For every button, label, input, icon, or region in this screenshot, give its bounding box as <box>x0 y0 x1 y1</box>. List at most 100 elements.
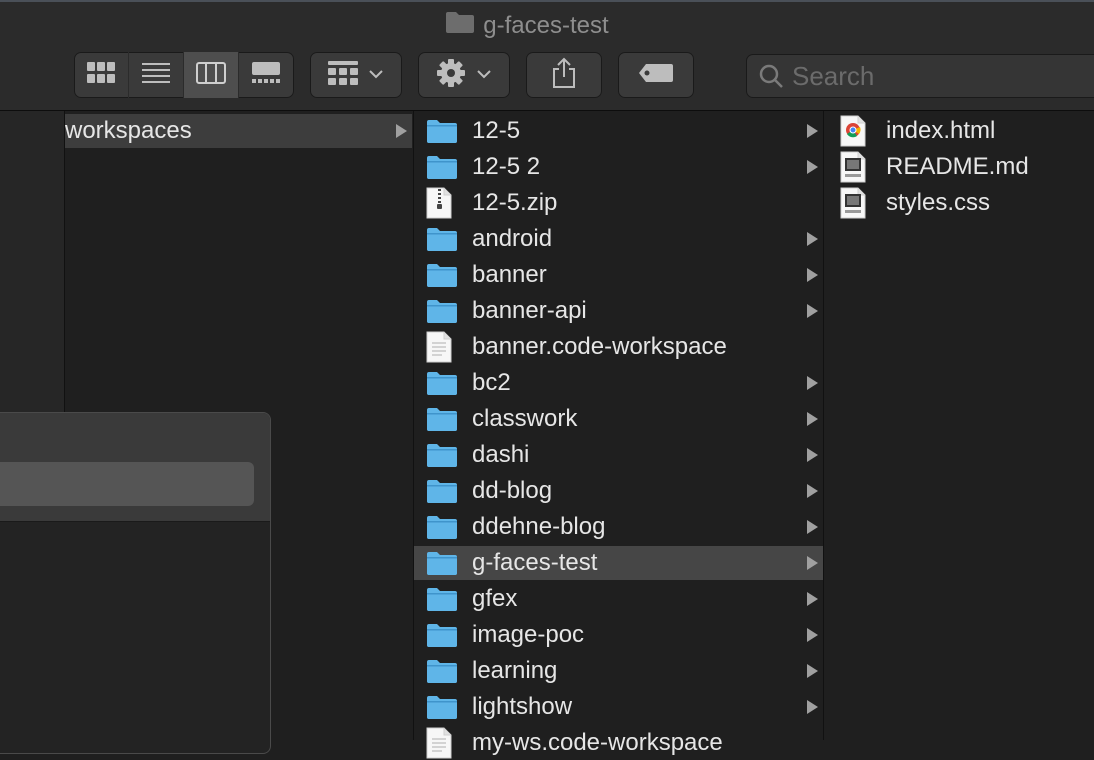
column-g-faces-test: index.html README.md styles.css <box>823 111 1094 740</box>
list-item-label: 12-5 2 <box>472 153 541 180</box>
list-item-label: README.md <box>886 153 1029 180</box>
gear-icon <box>436 58 466 93</box>
list-item-label: my-ws.code-workspace <box>472 729 723 756</box>
list-item-label: ddehne-blog <box>472 513 606 540</box>
view-mode-control <box>74 52 294 98</box>
window-title-text: g-faces-test <box>483 11 609 39</box>
group-icon <box>328 60 358 90</box>
list-item-label: banner-api <box>472 297 587 324</box>
list-item-bc2[interactable]: bc2 <box>414 366 823 400</box>
search-icon <box>758 63 784 89</box>
list-item-gfex[interactable]: gfex <box>414 582 823 616</box>
folder-icon <box>426 151 458 183</box>
gallery-view-button[interactable] <box>238 52 293 98</box>
disclosure-arrow-icon <box>807 232 818 246</box>
list-item-label: banner <box>472 261 547 288</box>
share-icon <box>551 57 577 94</box>
disclosure-arrow-icon <box>807 484 818 498</box>
group-by-button[interactable] <box>310 52 402 98</box>
columns-icon <box>196 61 226 89</box>
list-item-label: dd-blog <box>472 477 553 504</box>
list-item-ddehne-blog[interactable]: ddehne-blog <box>414 510 823 544</box>
list-item-label: gfex <box>472 585 518 612</box>
document-icon <box>426 727 458 759</box>
folder-icon <box>426 295 458 327</box>
window-title: g-faces-test <box>0 10 1094 41</box>
list-item-banner[interactable]: banner <box>414 258 823 292</box>
folder-icon <box>426 475 458 507</box>
disclosure-arrow-icon <box>807 628 818 642</box>
list-item-styles-css[interactable]: styles.css <box>824 186 1094 220</box>
list-item-12-5-2[interactable]: 12-5 2 <box>414 150 823 184</box>
disclosure-arrow-icon <box>807 520 818 534</box>
folder-icon <box>426 115 458 147</box>
disclosure-arrow-icon <box>807 412 818 426</box>
chevron-down-icon <box>368 66 384 84</box>
list-item-readme-md[interactable]: README.md <box>824 150 1094 184</box>
folder-icon <box>445 10 475 41</box>
list-item-label: g-faces-test <box>472 549 598 576</box>
css-file-icon <box>840 187 872 219</box>
list-view-button[interactable] <box>128 52 183 98</box>
folder-icon <box>426 259 458 291</box>
list-item-label: classwork <box>472 405 578 432</box>
list-item-index-html[interactable]: index.html <box>824 114 1094 148</box>
list-item-dashi[interactable]: dashi <box>414 438 823 472</box>
html-file-icon <box>840 115 872 147</box>
disclosure-arrow-icon <box>807 160 818 174</box>
list-item-label: 12-5.zip <box>472 189 558 216</box>
markdown-file-icon <box>840 151 872 183</box>
folder-icon <box>426 223 458 255</box>
action-button[interactable] <box>418 52 510 98</box>
gallery-icon <box>252 61 280 89</box>
list-item-label: styles.css <box>886 189 991 216</box>
chevron-down-icon <box>476 66 492 84</box>
list-item-label: android <box>472 225 553 252</box>
list-item-dd-blog[interactable]: dd-blog <box>414 474 823 508</box>
list-item-label: lightshow <box>472 693 573 720</box>
share-button[interactable] <box>526 52 602 98</box>
overlay-panel <box>0 412 271 754</box>
list-item-classwork[interactable]: classwork <box>414 402 823 436</box>
icon-view-button[interactable] <box>74 52 128 98</box>
folder-icon <box>426 691 458 723</box>
list-item-label: bc2 <box>472 369 511 396</box>
disclosure-arrow-icon <box>807 664 818 678</box>
column-view-button[interactable] <box>183 52 238 98</box>
panel-input-field[interactable] <box>0 462 254 506</box>
disclosure-arrow-icon <box>807 448 818 462</box>
row-label: workspaces <box>65 117 192 144</box>
list-item-banner-api[interactable]: banner-api <box>414 294 823 328</box>
list-item-12-5-zip[interactable]: 12-5.zip <box>414 186 823 220</box>
list-item-learning[interactable]: learning <box>414 654 823 688</box>
disclosure-arrow-icon <box>807 556 818 570</box>
folder-icon <box>426 619 458 651</box>
disclosure-arrow-icon <box>807 700 818 714</box>
list-item-android[interactable]: android <box>414 222 823 256</box>
list-item-label: dashi <box>472 441 530 468</box>
list-icon <box>142 62 170 89</box>
list-item-g-faces-test[interactable]: g-faces-test <box>414 546 823 580</box>
tag-button[interactable] <box>618 52 694 98</box>
panel-header <box>0 413 270 522</box>
disclosure-arrow-icon <box>807 268 818 282</box>
list-item-image-poc[interactable]: image-poc <box>414 618 823 652</box>
toolbar: g-faces-test Search <box>0 0 1094 111</box>
folder-icon <box>426 403 458 435</box>
column-row-workspaces[interactable]: workspaces <box>65 114 412 148</box>
list-item-label: image-poc <box>472 621 585 648</box>
list-item-12-5[interactable]: 12-5 <box>414 114 823 148</box>
disclosure-arrow-icon <box>807 592 818 606</box>
disclosure-arrow-icon <box>807 124 818 138</box>
list-item-label: banner.code-workspace <box>472 333 727 360</box>
search-field[interactable]: Search <box>746 54 1094 98</box>
list-item-label: index.html <box>886 117 996 144</box>
folder-icon <box>426 439 458 471</box>
list-item-my-ws-code-workspace[interactable]: my-ws.code-workspace <box>414 726 823 760</box>
tag-icon <box>638 63 674 88</box>
list-item-lightshow[interactable]: lightshow <box>414 690 823 724</box>
folder-icon <box>426 511 458 543</box>
list-item-banner-code-workspace[interactable]: banner.code-workspace <box>414 330 823 364</box>
disclosure-arrow-icon <box>396 124 407 138</box>
folder-icon <box>426 583 458 615</box>
